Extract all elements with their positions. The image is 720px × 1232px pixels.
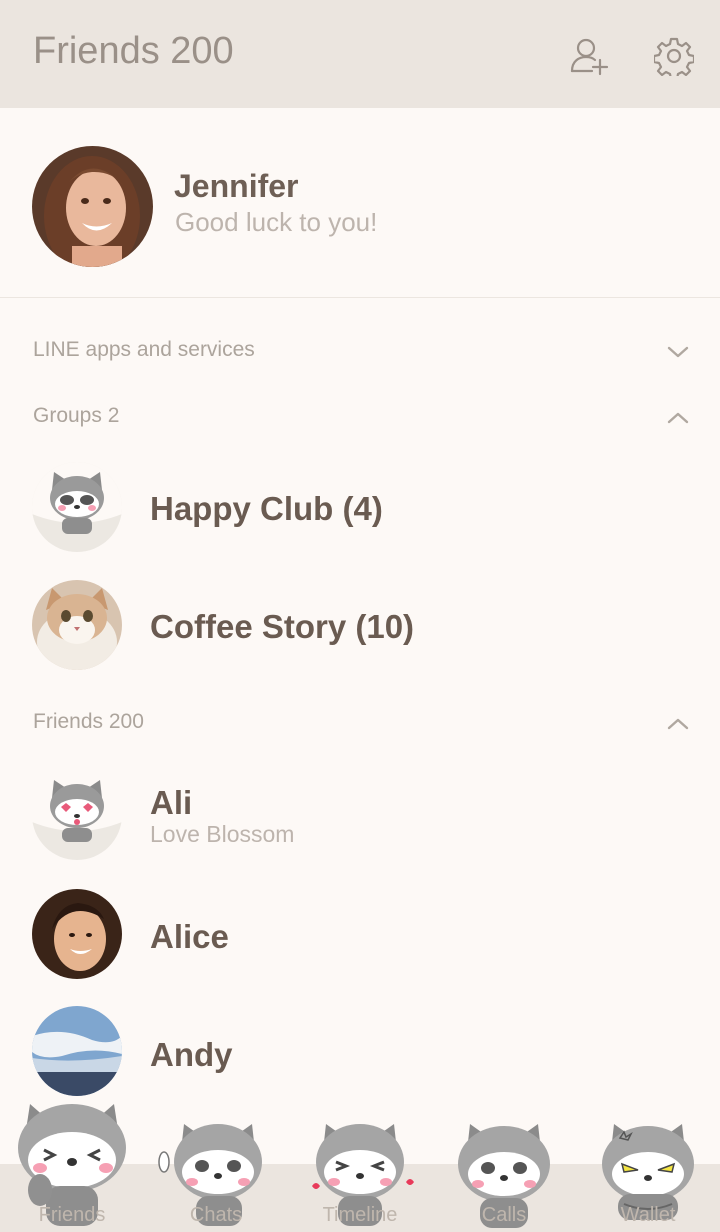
chevron-up-icon[interactable] xyxy=(664,715,692,733)
profile-avatar[interactable] xyxy=(32,146,153,267)
tab-friends[interactable]: Friends xyxy=(0,1090,144,1232)
section-header-services[interactable]: LINE apps and services xyxy=(33,338,255,362)
tab-chats[interactable]: Chats xyxy=(144,1090,288,1232)
tab-wallet[interactable]: Wallet xyxy=(576,1090,720,1232)
profile-name: Jennifer xyxy=(174,168,299,204)
tab-label: Timeline xyxy=(322,1204,398,1226)
group-avatar[interactable] xyxy=(32,580,122,670)
tab-label: Chats xyxy=(189,1204,243,1226)
my-profile[interactable]: Jennifer Good luck to you! xyxy=(0,108,720,298)
tab-timeline[interactable]: Timeline xyxy=(288,1090,432,1232)
add-friend-icon[interactable] xyxy=(570,36,610,76)
chevron-up-icon[interactable] xyxy=(664,409,692,427)
tab-label: Friends xyxy=(38,1204,106,1226)
chevron-down-icon[interactable] xyxy=(664,343,692,361)
friend-name[interactable]: Ali xyxy=(150,784,192,822)
tab-calls[interactable]: Calls xyxy=(432,1090,576,1232)
group-avatar[interactable] xyxy=(32,462,122,552)
group-name[interactable]: Happy Club (4) xyxy=(150,490,383,528)
friend-name[interactable]: Andy xyxy=(150,1036,233,1074)
friend-avatar[interactable] xyxy=(32,889,122,979)
friend-avatar[interactable] xyxy=(32,1006,122,1096)
friend-avatar[interactable] xyxy=(32,770,122,860)
section-header-groups[interactable]: Groups 2 xyxy=(33,404,119,428)
gear-icon[interactable] xyxy=(652,36,696,81)
friend-name[interactable]: Alice xyxy=(150,918,229,956)
header-bar: Friends 200 xyxy=(0,0,720,108)
tab-label: Wallet xyxy=(620,1204,676,1226)
profile-status-message: Good luck to you! xyxy=(175,207,378,237)
friend-status-message: Love Blossom xyxy=(150,821,295,847)
group-name[interactable]: Coffee Story (10) xyxy=(150,608,414,646)
tab-label: Calls xyxy=(481,1204,527,1226)
page-title: Friends 200 xyxy=(33,30,234,72)
section-header-friends[interactable]: Friends 200 xyxy=(33,710,144,734)
